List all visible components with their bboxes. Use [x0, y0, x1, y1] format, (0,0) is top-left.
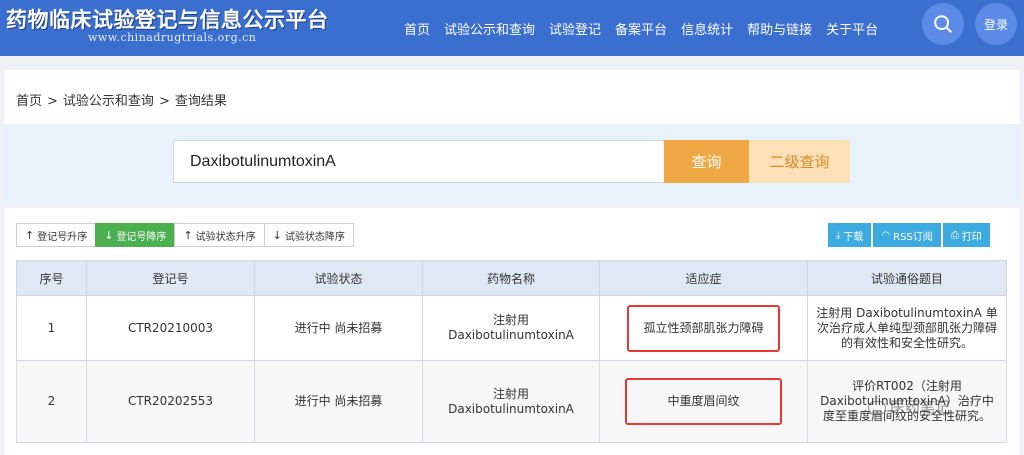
- arrow-down-icon: ↓: [104, 228, 114, 242]
- col-header-indication: 适应症: [599, 260, 808, 296]
- highlight-box: 孤立性颈部肌张力障碍: [627, 304, 780, 352]
- nav-help[interactable]: 帮助与链接: [747, 19, 812, 38]
- login-button[interactable]: 登录: [975, 3, 1017, 45]
- header-search-button[interactable]: [922, 3, 964, 45]
- cell-indication: 孤立性颈部肌张力障碍: [599, 295, 808, 361]
- search-button[interactable]: 查询: [664, 140, 749, 183]
- sort-reg-asc-button[interactable]: ↑ 登记号升序: [16, 223, 97, 247]
- nav-statistics[interactable]: 信息统计: [681, 19, 733, 38]
- breadcrumb: 首页 > 试验公示和查询 > 查询结果: [16, 90, 227, 109]
- table-header-row: 序号 登记号 试验状态 药物名称 适应症 试验通俗题目: [16, 260, 1007, 296]
- rss-icon: ◠: [881, 229, 891, 241]
- sort-label: 试验状态降序: [284, 231, 345, 243]
- download-icon: ⤓: [836, 229, 841, 241]
- col-header-drug: 药物名称: [422, 260, 600, 296]
- results-table: 序号 登记号 试验状态 药物名称 适应症 试验通俗题目 1 CTR2021000…: [16, 260, 1007, 443]
- main-nav: 首页 试验公示和查询 试验登记 备案平台 信息统计 帮助与链接 关于平台: [404, 0, 892, 56]
- cell-indication: 中重度眉间纹: [599, 360, 808, 443]
- top-header: 药物临床试验登记与信息公示平台 www.chinadrugtrials.org.…: [0, 0, 1024, 56]
- nav-trial-register[interactable]: 试验登记: [549, 19, 601, 38]
- advanced-search-button[interactable]: 二级查询: [749, 140, 850, 183]
- site-title[interactable]: 药物临床试验登记与信息公示平台: [6, 4, 329, 34]
- breadcrumb-bar: 首页 > 试验公示和查询 > 查询结果: [4, 70, 1020, 124]
- search-icon: [934, 15, 952, 33]
- results-panel: ↑ 登记号升序 ↓ 登记号降序 ↑ 试验状态升序 ↓ 试验状态降序 ⤓ 下载 ◠ RSS订阅…: [4, 208, 1020, 455]
- print-button[interactable]: ⎙ 打印: [942, 223, 990, 247]
- download-label: 下载: [843, 231, 864, 243]
- cell-status: 进行中 尚未招募: [254, 360, 423, 443]
- col-header-status: 试验状态: [254, 260, 423, 296]
- cell-reg-no[interactable]: CTR20210003: [86, 295, 255, 361]
- cell-drug: 注射用DaxibotulinumtoxinA: [422, 295, 600, 361]
- sort-label: 登记号升序: [37, 231, 88, 243]
- print-icon: ⎙: [950, 229, 959, 241]
- cell-index: 2: [16, 360, 87, 443]
- wechat-icon: [868, 400, 886, 415]
- sort-status-desc-button[interactable]: ↓ 试验状态降序: [263, 223, 354, 247]
- col-header-reg-no: 登记号: [86, 260, 255, 296]
- cell-reg-no[interactable]: CTR20202553: [86, 360, 255, 443]
- watermark: 医药笔记: [868, 396, 950, 417]
- breadcrumb-home[interactable]: 首页: [16, 94, 42, 109]
- watermark-text: 医药笔记: [890, 398, 951, 416]
- search-band: 查询 二级查询: [4, 124, 1020, 201]
- sort-reg-desc-button[interactable]: ↓ 登记号降序: [95, 223, 176, 247]
- search-input[interactable]: [173, 140, 664, 183]
- export-button-group: ⤓ 下载 ◠ RSS订阅 ⎙ 打印: [826, 223, 990, 247]
- breadcrumb-separator: >: [47, 94, 58, 109]
- cell-drug: 注射用DaxibotulinumtoxinA: [422, 360, 600, 443]
- breadcrumb-trial-search[interactable]: 试验公示和查询: [63, 94, 154, 109]
- cell-title[interactable]: 注射用 DaxibotulinumtoxinA 单次治疗成人单纯型颈部肌张力障碍…: [807, 295, 1007, 361]
- site-url: www.chinadrugtrials.org.cn: [88, 31, 257, 44]
- sort-button-group: ↑ 登记号升序 ↓ 登记号降序 ↑ 试验状态升序 ↓ 试验状态降序: [16, 223, 354, 247]
- download-button[interactable]: ⤓ 下载: [828, 223, 872, 247]
- nav-about[interactable]: 关于平台: [826, 19, 878, 38]
- sort-label: 登记号降序: [116, 231, 167, 243]
- cell-status: 进行中 尚未招募: [254, 295, 423, 361]
- table-row[interactable]: 2 CTR20202553 进行中 尚未招募 注射用Daxibotulinumt…: [16, 360, 1007, 443]
- col-header-title: 试验通俗题目: [807, 260, 1007, 296]
- table-row[interactable]: 1 CTR20210003 进行中 尚未招募 注射用Daxibotulinumt…: [16, 295, 1007, 361]
- breadcrumb-current: 查询结果: [174, 94, 227, 109]
- nav-trial-search[interactable]: 试验公示和查询: [444, 19, 535, 38]
- nav-home[interactable]: 首页: [404, 19, 430, 38]
- print-label: 打印: [961, 231, 982, 243]
- nav-filing[interactable]: 备案平台: [615, 19, 667, 38]
- highlight-box: 中重度眉间纹: [625, 378, 782, 425]
- sort-label: 试验状态升序: [195, 231, 256, 243]
- sort-status-asc-button[interactable]: ↑ 试验状态升序: [174, 223, 265, 247]
- arrow-up-icon: ↑: [183, 228, 193, 242]
- col-header-index: 序号: [16, 260, 87, 296]
- arrow-up-icon: ↑: [25, 228, 35, 242]
- arrow-down-icon: ↓: [272, 228, 282, 242]
- breadcrumb-separator: >: [158, 94, 170, 109]
- rss-button[interactable]: ◠ RSS订阅: [873, 223, 941, 247]
- cell-index: 1: [16, 295, 87, 361]
- rss-label: RSS订阅: [893, 231, 933, 243]
